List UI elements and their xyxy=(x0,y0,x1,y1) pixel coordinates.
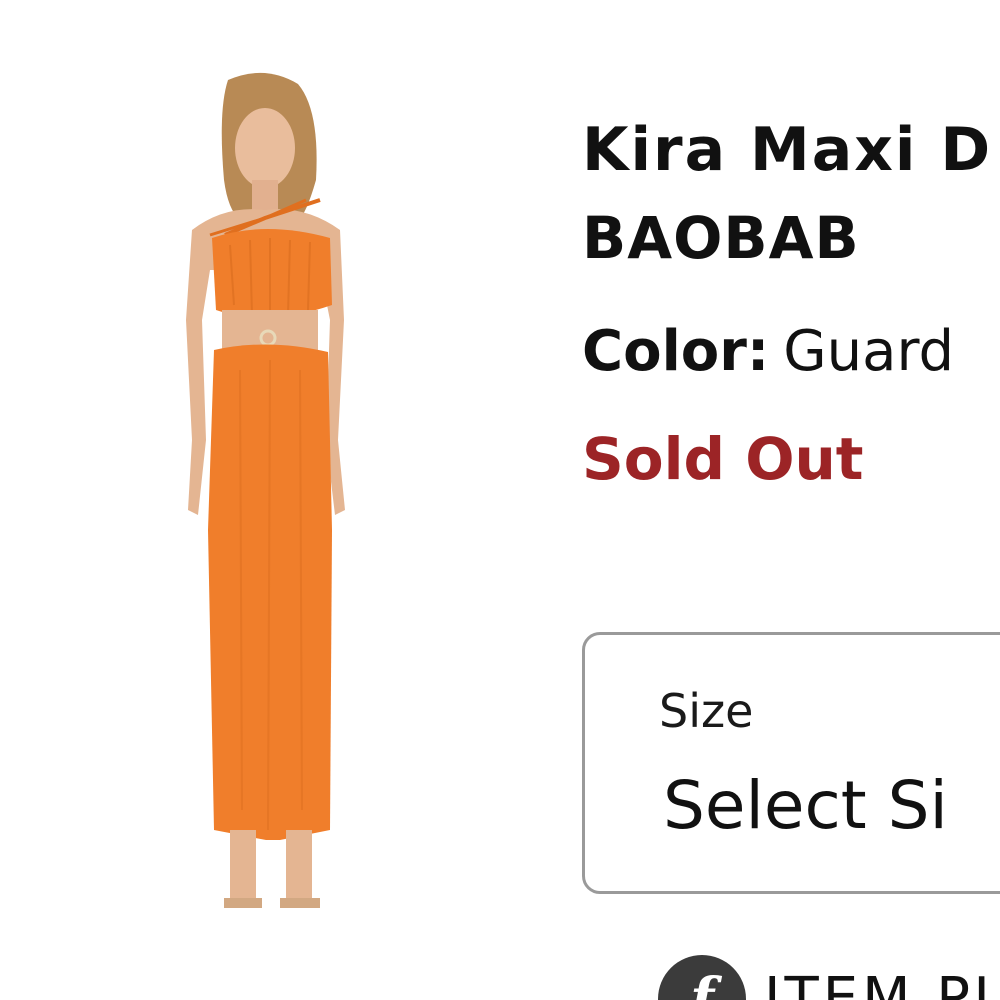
color-label: Color: xyxy=(582,319,770,384)
stock-status: Sold Out xyxy=(582,425,864,493)
product-page: Kira Maxi D BAOBAB Color: Guard Sold Out … xyxy=(0,0,1000,1000)
fwrd-logo-icon: f xyxy=(658,955,746,1000)
size-select-label: Size xyxy=(659,684,754,738)
item-banner-label: ITEM PU xyxy=(764,966,1000,1000)
dress-photo xyxy=(186,72,345,908)
product-brand[interactable]: BAOBAB xyxy=(582,208,1000,268)
product-info: Kira Maxi D BAOBAB Color: Guard Sold Out xyxy=(582,120,1000,490)
size-select[interactable]: Size Select Si xyxy=(582,632,1000,894)
color-value: Guard xyxy=(783,319,955,384)
size-select-value: Select Si xyxy=(663,767,948,844)
color-row: Color: Guard xyxy=(582,322,1000,382)
product-image[interactable] xyxy=(130,70,410,930)
product-title: Kira Maxi D xyxy=(582,115,993,185)
